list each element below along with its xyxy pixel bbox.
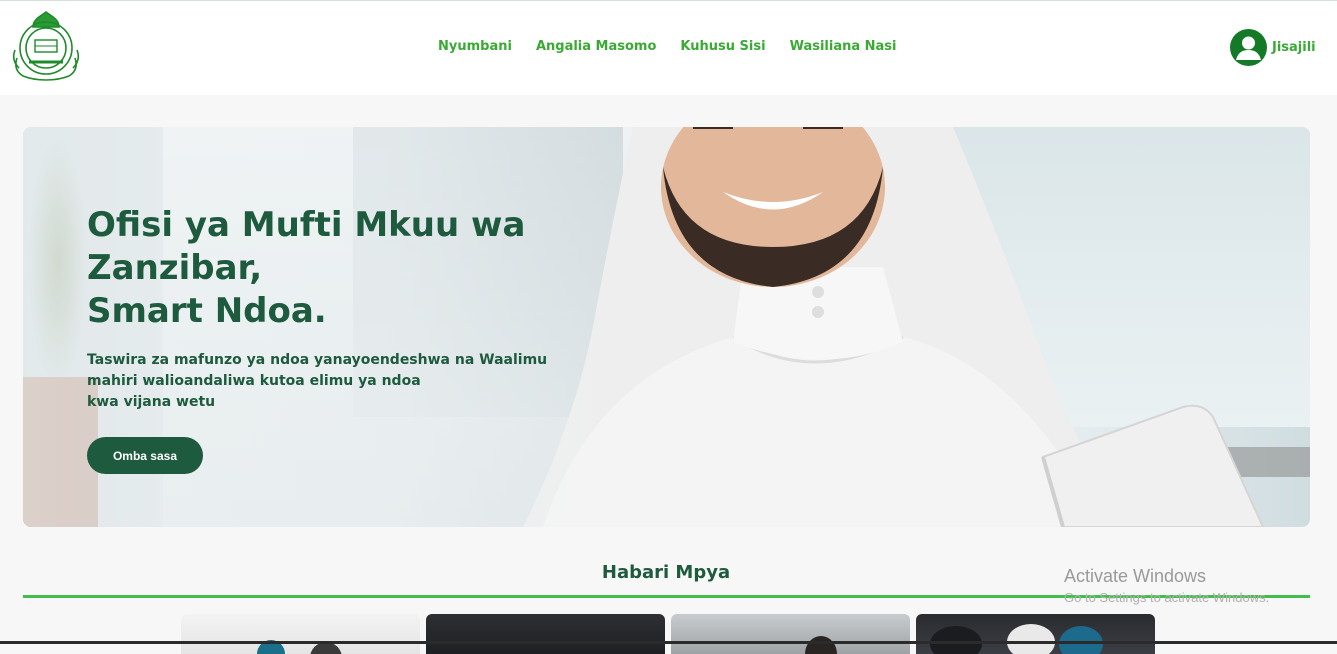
hero-subtitle-line: mahiri walioandaliwa kutoa elimu ya ndoa [87, 373, 421, 389]
watermark-line: Activate Windows [1064, 566, 1207, 586]
site-logo[interactable] [11, 10, 81, 82]
watermark-line: Go to Settings to activate Windows. [1064, 590, 1270, 605]
hero-title-line: Ofisi ya Mufti Mkuu wa [87, 205, 526, 245]
apply-now-button[interactable]: Omba sasa [87, 437, 203, 474]
hero-subtitle-line: kwa vijana wetu [87, 394, 216, 410]
site-header: Nyumbani Angalia Masomo Kuhusu Sisi Wasi… [0, 1, 1337, 95]
nav-about[interactable]: Kuhusu Sisi [680, 39, 765, 54]
main-nav: Nyumbani Angalia Masomo Kuhusu Sisi Wasi… [438, 39, 921, 54]
windows-activation-watermark: Activate Windows Go to Settings to activ… [1064, 566, 1269, 605]
hero-banner: Ofisi ya Mufti Mkuu wa Zanzibar, Smart N… [23, 127, 1310, 527]
hero-title: Ofisi ya Mufti Mkuu wa Zanzibar, Smart N… [87, 204, 547, 333]
hero-subtitle-line: Taswira za mafunzo ya ndoa yanayoendeshw… [87, 352, 548, 368]
news-card[interactable] [916, 614, 1155, 654]
signup-label: Jisajili [1272, 40, 1316, 55]
nav-courses[interactable]: Angalia Masomo [536, 39, 656, 54]
news-cards [181, 614, 1155, 654]
user-avatar-icon [1230, 29, 1267, 66]
nav-home[interactable]: Nyumbani [438, 39, 512, 54]
news-card[interactable] [671, 614, 910, 654]
signup-link[interactable]: Jisajili [1230, 29, 1316, 66]
news-card[interactable] [426, 614, 665, 654]
nav-contact[interactable]: Wasiliana Nasi [790, 39, 897, 54]
hero-title-line: Zanzibar, [87, 248, 263, 288]
news-card[interactable] [181, 614, 420, 654]
hero-subtitle: Taswira za mafunzo ya ndoa yanayoendeshw… [87, 350, 557, 413]
hero-title-line: Smart Ndoa. [87, 291, 327, 331]
